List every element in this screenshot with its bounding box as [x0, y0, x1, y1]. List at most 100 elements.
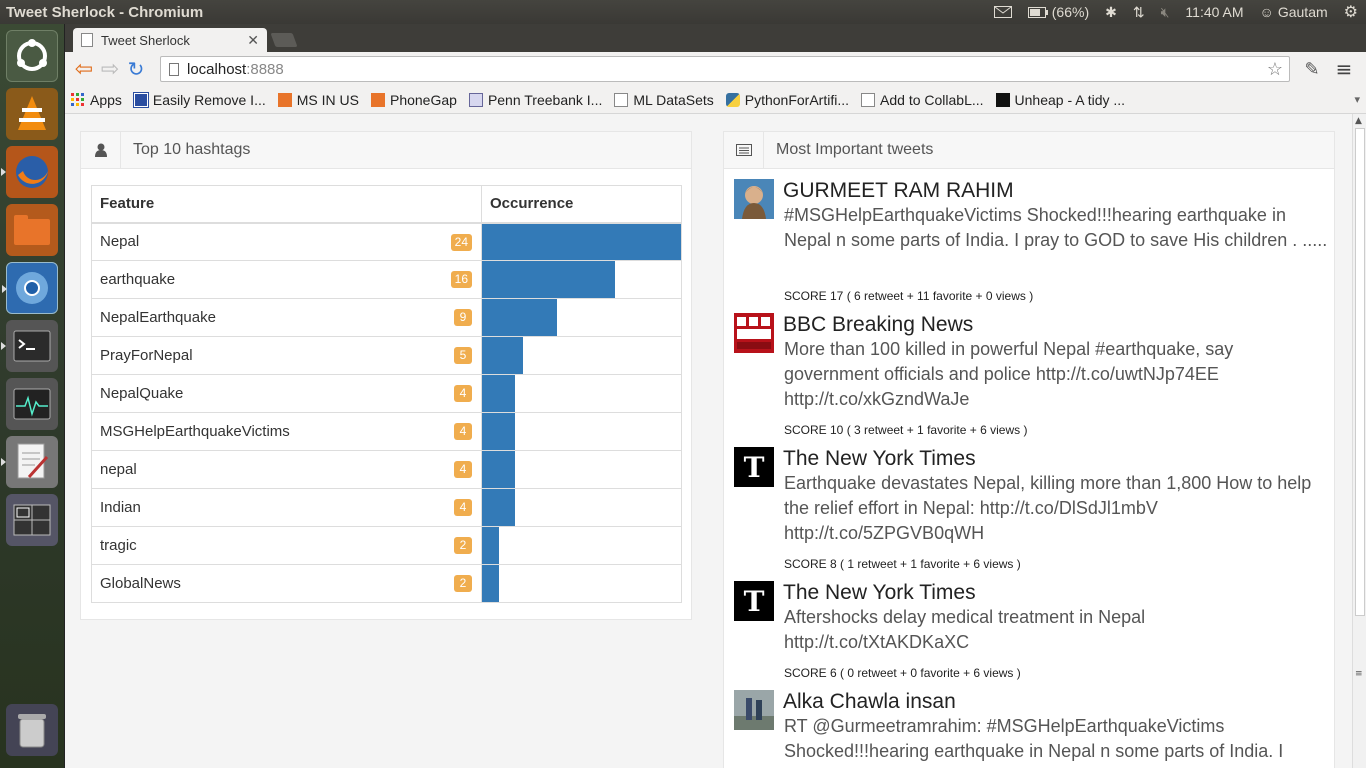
page-scrollbar[interactable]: ▲ ≡	[1352, 114, 1366, 768]
occurrence-cell	[481, 374, 682, 413]
python-icon	[725, 92, 740, 107]
bookmark-star-icon[interactable]: ☆	[1267, 59, 1283, 80]
tweet-item[interactable]: T The New York Times Earthquake devastat…	[734, 447, 1334, 577]
hashtags-panel-header: Top 10 hashtags	[81, 131, 691, 169]
hashtag-name: NepalEarthquake	[100, 309, 216, 326]
tweets-panel-header: Most Important tweets	[724, 132, 1334, 169]
hashtag-name: GlobalNews	[100, 575, 181, 592]
occurrence-cell	[481, 298, 682, 337]
battery-indicator[interactable]: (66%)	[1020, 0, 1097, 24]
page-content: Top 10 hashtags Feature Occurrence Nepal…	[65, 114, 1352, 768]
url-port: :8888	[246, 60, 284, 78]
indicator-area: (66%) ✱ ⇅ 🔇︎ 11:40 AM ☺ Gautam ⚙	[986, 0, 1366, 24]
bookmark-ml-datasets[interactable]: ML DataSets	[614, 91, 714, 108]
forward-arrow-icon[interactable]: ⇨	[97, 56, 123, 82]
sound-muted-icon[interactable]: 🔇︎	[1153, 0, 1178, 24]
trash-icon[interactable]	[6, 704, 58, 756]
scroll-up-arrow-icon[interactable]: ▲	[1355, 116, 1362, 126]
dash-home-icon[interactable]	[6, 30, 58, 82]
hashtag-name: PrayForNepal	[100, 347, 193, 364]
bookmark-apps[interactable]: Apps	[71, 92, 122, 108]
files-icon[interactable]	[6, 204, 58, 256]
tweet-item[interactable]: BBC Breaking News More than 100 killed i…	[734, 313, 1334, 443]
bookmark-collabl[interactable]: Add to CollabL...	[861, 92, 984, 108]
occurrence-cell	[481, 412, 682, 451]
chromium-icon[interactable]	[2, 262, 58, 314]
tweet-score: SCORE 17 ( 6 retweet + 11 favorite + 0 v…	[784, 289, 1034, 303]
table-row: tragic 2	[91, 526, 682, 565]
url-host: localhost	[187, 60, 247, 78]
bookmark-favicon-icon	[132, 91, 149, 108]
clock[interactable]: 11:40 AM	[1177, 0, 1251, 24]
tweet-author[interactable]: Alka Chawla insan	[783, 690, 956, 714]
tweet-text: Aftershocks delay medical treatment in N…	[784, 607, 1146, 652]
reload-icon[interactable]: ↻	[123, 56, 149, 82]
count-badge: 4	[454, 385, 472, 402]
avatar: T	[734, 447, 774, 487]
firefox-icon[interactable]	[1, 146, 58, 198]
column-header-occurrence[interactable]: Occurrence	[481, 185, 682, 224]
mail-icon[interactable]	[986, 0, 1020, 24]
bookmark-penn-treebank[interactable]: Penn Treebank I...	[468, 91, 603, 108]
occurrence-bar	[482, 489, 516, 526]
tweet-author[interactable]: The New York Times	[783, 447, 976, 471]
bluetooth-icon[interactable]: ✱	[1097, 0, 1125, 24]
browser-window: Tweet Sherlock ✕ ⇦ ⇨ ↻ localhost:8888 ☆ …	[65, 24, 1366, 768]
top-panel: Tweet Sherlock - Chromium (66%) ✱ ⇅ 🔇︎ 1…	[0, 0, 1366, 24]
bookmark-folder-ms-in-us[interactable]: MS IN US	[277, 92, 359, 108]
bookmarks-overflow-icon[interactable]: ▾	[1354, 93, 1360, 106]
system-monitor-icon[interactable]	[6, 378, 58, 430]
occurrence-bar	[482, 413, 516, 450]
tab-tweet-sherlock[interactable]: Tweet Sherlock ✕	[73, 28, 267, 52]
terminal-icon[interactable]	[1, 320, 58, 372]
page-icon	[169, 62, 179, 76]
user-menu[interactable]: ☺ Gautam	[1252, 0, 1336, 24]
window-title: Tweet Sherlock - Chromium	[6, 3, 204, 21]
column-header-feature[interactable]: Feature	[91, 185, 482, 224]
address-bar[interactable]: localhost:8888 ☆	[160, 56, 1290, 82]
occurrence-bar	[482, 261, 615, 298]
close-tab-icon[interactable]: ✕	[247, 32, 259, 49]
bookmark-label: Add to CollabL...	[880, 91, 984, 108]
bookmark-folder-phonegap[interactable]: PhoneGap	[370, 92, 457, 108]
tweet-item[interactable]: Alka Chawla insan RT @Gurmeetramrahim: #…	[734, 690, 1334, 768]
bookmark-label: ML DataSets	[633, 91, 714, 108]
power-gear-icon[interactable]: ⚙	[1336, 0, 1366, 24]
feature-cell: nepal 4	[91, 450, 482, 489]
feature-cell: PrayForNepal 5	[91, 336, 482, 375]
workspace-switcher-icon[interactable]	[6, 494, 58, 546]
tweet-item[interactable]: GURMEET RAM RAHIM #MSGHelpEarthquakeVict…	[734, 179, 1334, 309]
bookmark-easily-remove[interactable]: Easily Remove I...	[132, 91, 266, 108]
bookmark-unheap[interactable]: Unheap - A tidy ...	[995, 92, 1125, 108]
tweet-author[interactable]: BBC Breaking News	[783, 313, 973, 337]
network-icon[interactable]: ⇅	[1125, 0, 1153, 24]
back-arrow-icon[interactable]: ⇦	[71, 56, 97, 82]
vlc-icon[interactable]	[6, 88, 58, 140]
count-badge: 2	[454, 537, 472, 554]
unity-launcher	[0, 24, 65, 768]
count-badge: 4	[454, 499, 472, 516]
extension-wrench-icon[interactable]: ✎	[1299, 56, 1325, 82]
bookmark-favicon-icon	[995, 92, 1010, 107]
bookmark-python[interactable]: PythonForArtifi...	[725, 92, 849, 108]
tweet-score: SCORE 8 ( 1 retweet + 1 favorite + 6 vie…	[784, 557, 1021, 571]
occurrence-cell	[481, 450, 682, 489]
occurrence-cell	[481, 222, 682, 261]
page-icon	[614, 92, 629, 107]
table-row: Nepal 24	[91, 222, 682, 261]
count-badge: 2	[454, 575, 472, 592]
tweet-author[interactable]: The New York Times	[783, 581, 976, 605]
text-editor-icon[interactable]	[1, 436, 58, 488]
hashtag-name: tragic	[100, 537, 137, 554]
tweet-author[interactable]: GURMEET RAM RAHIM	[783, 179, 1014, 203]
apps-grid-icon	[71, 92, 84, 106]
occurrence-bar	[482, 527, 499, 564]
menu-icon[interactable]: ≡	[1331, 56, 1357, 82]
scrollbar-thumb[interactable]	[1355, 128, 1365, 616]
user-icon	[81, 131, 121, 169]
bookmark-label: Penn Treebank I...	[487, 91, 603, 108]
scroll-grip-icon: ≡	[1355, 669, 1363, 679]
tweet-item[interactable]: T The New York Times Aftershocks delay m…	[734, 581, 1334, 686]
new-tab-button[interactable]	[270, 33, 298, 47]
panel-title: Top 10 hashtags	[133, 141, 251, 158]
